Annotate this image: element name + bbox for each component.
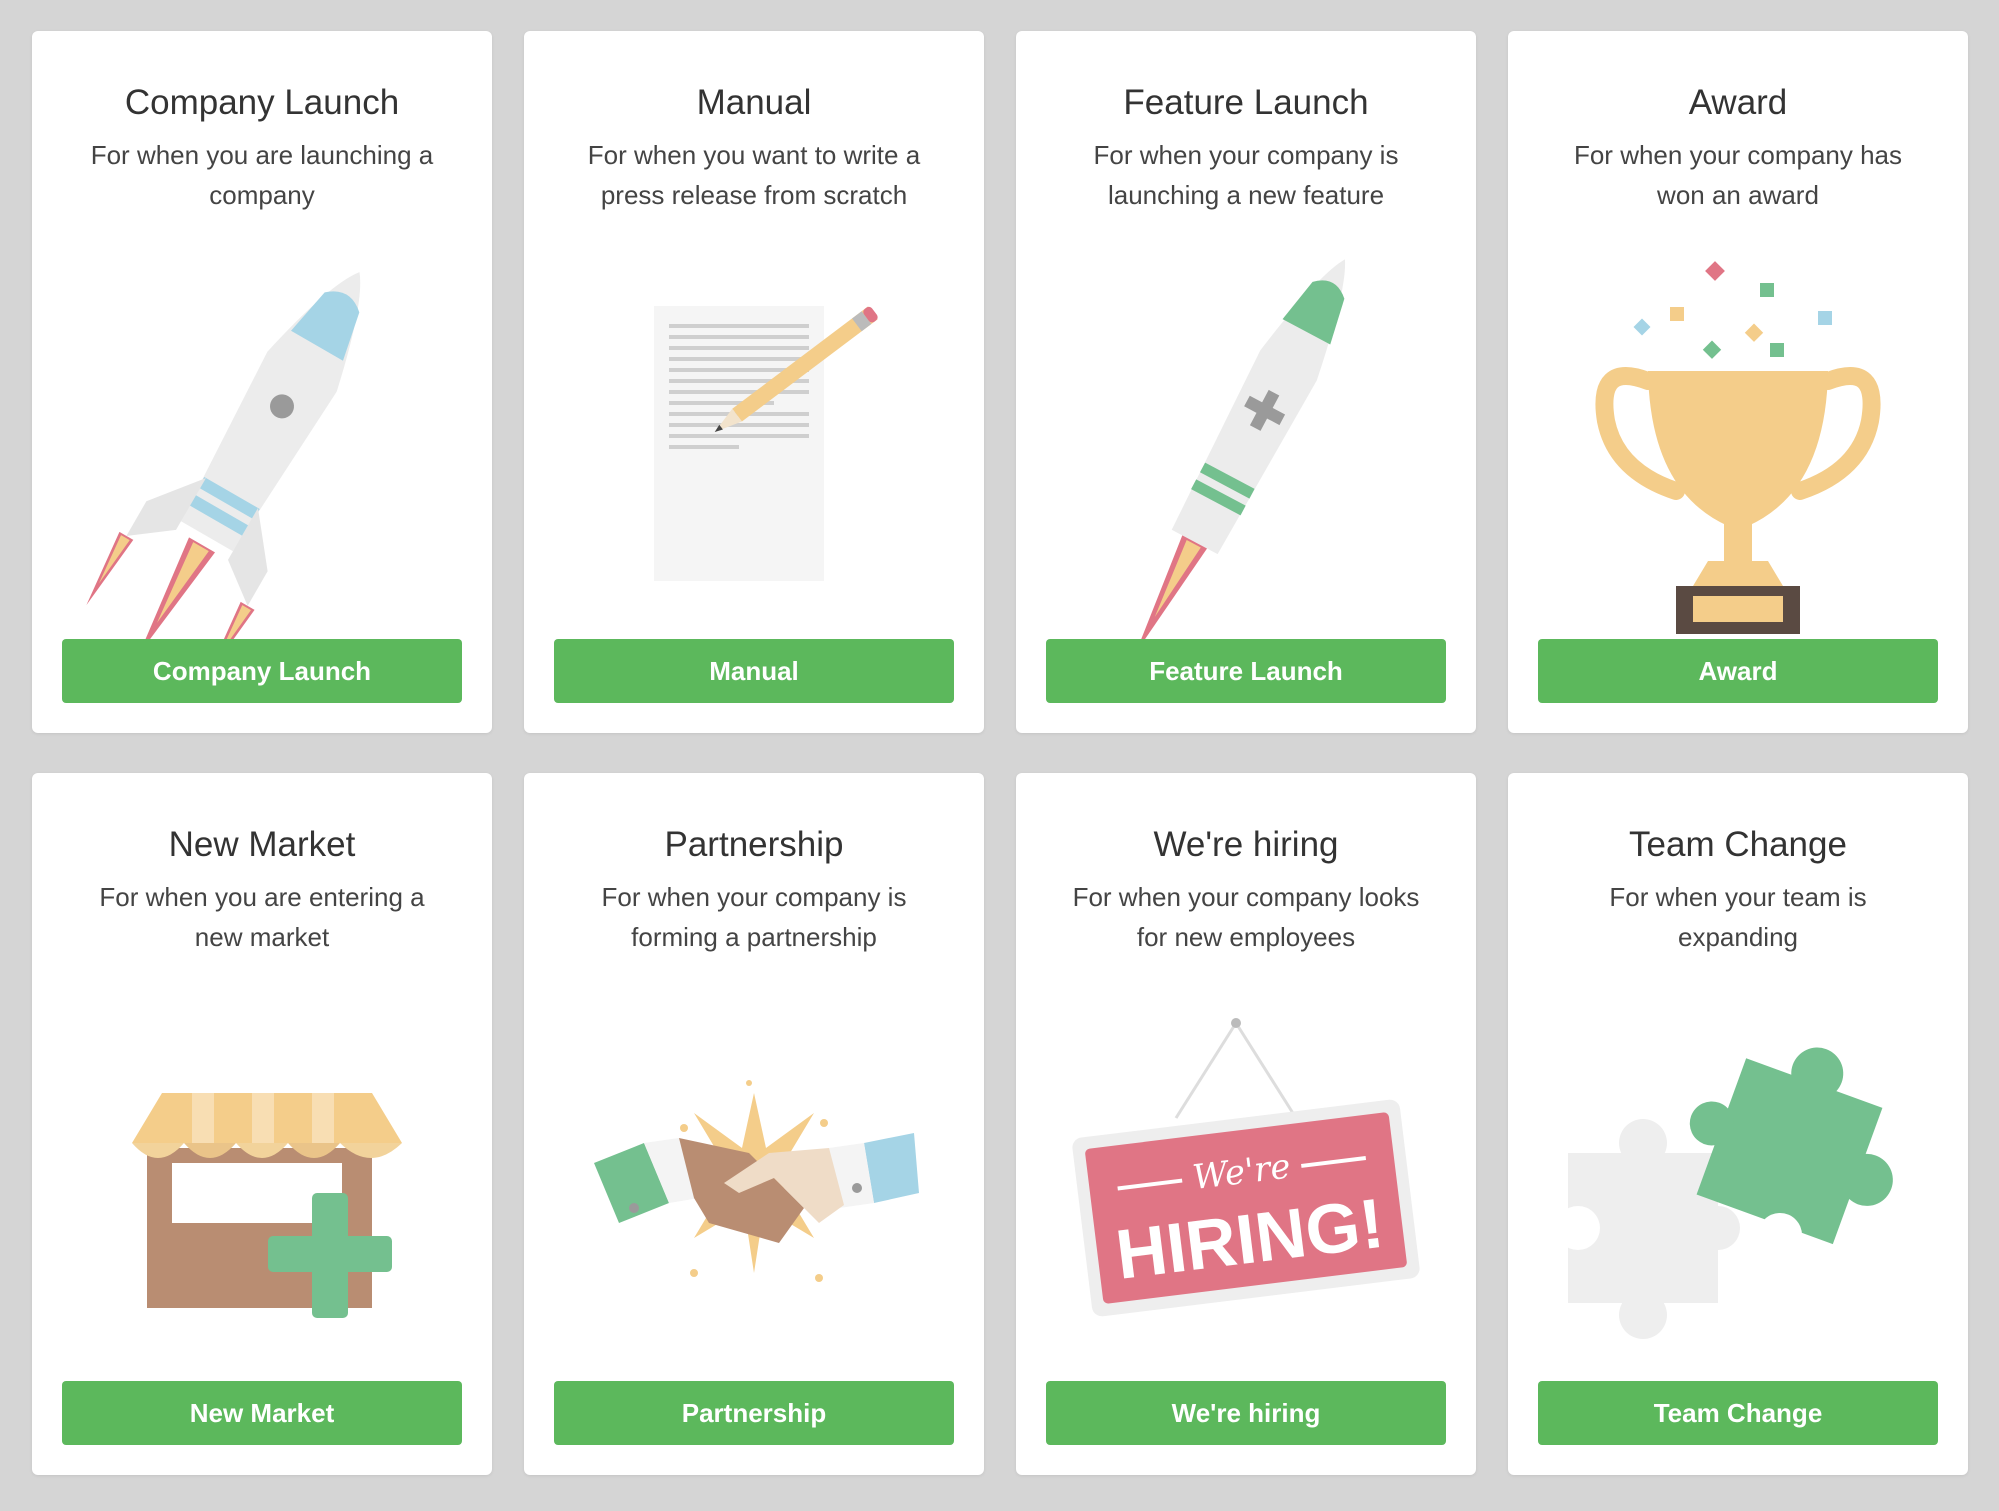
card-description: For when your team is expanding xyxy=(1609,882,1867,952)
card-title: Company Launch xyxy=(124,83,400,122)
card-description: For when your company is launching a new… xyxy=(1093,140,1399,210)
card-award: Award For when your company has won an a… xyxy=(1508,31,1968,733)
feature-launch-button[interactable]: Feature Launch xyxy=(1046,639,1446,703)
award-button[interactable]: Award xyxy=(1538,639,1938,703)
card-title: Feature Launch xyxy=(1123,83,1369,122)
card-title: Award xyxy=(1688,83,1788,122)
card-title: We're hiring xyxy=(1153,825,1339,864)
card-description: For when your company has won an award xyxy=(1573,140,1903,210)
card-description: For when you want to write a press relea… xyxy=(587,140,921,210)
new-market-button[interactable]: New Market xyxy=(62,1381,462,1445)
card-title: Manual xyxy=(696,83,812,122)
card-description: For when you are entering a new market xyxy=(99,882,425,952)
card-partnership: Partnership For when your company is for… xyxy=(524,773,984,1475)
card-description: For when you are launching a company xyxy=(90,140,434,210)
card-feature-launch: Feature Launch For when your company is … xyxy=(1016,31,1476,733)
team-change-button[interactable]: Team Change xyxy=(1538,1381,1938,1445)
card-team-change: Team Change For when your team is expand… xyxy=(1508,773,1968,1475)
card-manual: Manual For when you want to write a pres… xyxy=(524,31,984,733)
storefront-plus-icon xyxy=(82,973,442,1383)
card-title: New Market xyxy=(168,825,356,864)
document-pencil-icon xyxy=(574,231,934,641)
were-hiring-button[interactable]: We're hiring xyxy=(1046,1381,1446,1445)
puzzle-pieces-icon xyxy=(1558,973,1918,1383)
card-description: For when your company is forming a partn… xyxy=(601,882,907,952)
manual-button[interactable]: Manual xyxy=(554,639,954,703)
card-new-market: New Market For when you are entering a n… xyxy=(32,773,492,1475)
company-launch-button[interactable]: Company Launch xyxy=(62,639,462,703)
hiring-sign-icon: We're HIRING! xyxy=(1066,973,1426,1383)
card-description: For when your company looks for new empl… xyxy=(1072,882,1420,952)
rocket-icon xyxy=(82,231,442,641)
card-title: Partnership xyxy=(664,825,844,864)
card-were-hiring: We're hiring For when your company looks… xyxy=(1016,773,1476,1475)
card-title: Team Change xyxy=(1629,825,1847,864)
card-company-launch: Company Launch For when you are launchin… xyxy=(32,31,492,733)
partnership-button[interactable]: Partnership xyxy=(554,1381,954,1445)
trophy-icon xyxy=(1558,231,1918,641)
rocket-plus-icon xyxy=(1066,231,1426,641)
template-grid: Company Launch For when you are launchin… xyxy=(32,31,1968,1475)
handshake-icon xyxy=(574,973,934,1383)
